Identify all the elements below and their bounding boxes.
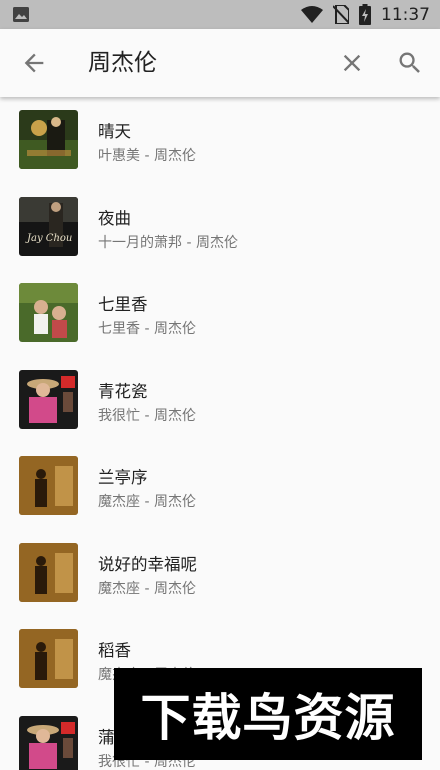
song-row[interactable]: Jay Chou 夜曲 十一月的萧邦 - 周杰伦 bbox=[0, 184, 440, 271]
song-subtitle: 十一月的萧邦 - 周杰伦 bbox=[98, 235, 238, 251]
svg-text:Jay Chou: Jay Chou bbox=[25, 233, 72, 244]
song-subtitle: 魔杰座 - 周杰伦 bbox=[98, 581, 196, 597]
song-row[interactable]: 兰亭序 魔杰座 - 周杰伦 bbox=[0, 443, 440, 530]
song-title: 晴天 bbox=[98, 122, 131, 141]
song-subtitle: 七里香 - 周杰伦 bbox=[98, 321, 196, 337]
song-title: 夜曲 bbox=[98, 209, 131, 228]
song-row[interactable]: 青花瓷 我很忙 - 周杰伦 bbox=[0, 357, 440, 444]
album-cover bbox=[19, 456, 78, 515]
search-icon[interactable] bbox=[396, 49, 424, 77]
wifi-icon bbox=[301, 6, 323, 23]
song-subtitle: 我很忙 - 周杰伦 bbox=[98, 408, 196, 424]
song-row[interactable]: 晴天 叶惠美 - 周杰伦 bbox=[0, 97, 440, 184]
watermark-banner: 下载鸟资源 bbox=[114, 668, 422, 760]
status-bar: 11:37 bbox=[0, 0, 440, 29]
album-cover bbox=[19, 370, 78, 429]
clear-icon[interactable] bbox=[338, 49, 366, 77]
watermark-text: 下载鸟资源 bbox=[140, 689, 396, 747]
song-title: 说好的幸福呢 bbox=[98, 555, 197, 574]
song-title: 青花瓷 bbox=[98, 382, 148, 401]
back-arrow-icon[interactable] bbox=[20, 49, 48, 77]
no-sim-icon bbox=[333, 5, 349, 24]
search-toolbar: 周杰伦 bbox=[0, 29, 440, 97]
album-cover bbox=[19, 543, 78, 602]
album-cover bbox=[19, 629, 78, 688]
song-subtitle: 魔杰座 - 周杰伦 bbox=[98, 494, 196, 510]
image-notification-icon bbox=[13, 7, 29, 22]
album-cover: Jay Chou bbox=[19, 197, 78, 256]
album-cover bbox=[19, 283, 78, 342]
song-row[interactable]: 七里香 七里香 - 周杰伦 bbox=[0, 270, 440, 357]
clock: 11:37 bbox=[381, 4, 430, 25]
song-row[interactable]: 说好的幸福呢 魔杰座 - 周杰伦 bbox=[0, 530, 440, 617]
song-title: 兰亭序 bbox=[98, 468, 148, 487]
album-cover bbox=[19, 716, 78, 770]
song-title: 七里香 bbox=[98, 295, 148, 314]
song-subtitle: 叶惠美 - 周杰伦 bbox=[98, 148, 196, 164]
album-cover bbox=[19, 110, 78, 169]
search-query-text[interactable]: 周杰伦 bbox=[88, 47, 157, 79]
battery-charging-icon bbox=[359, 4, 371, 25]
song-title: 稻香 bbox=[98, 641, 131, 660]
